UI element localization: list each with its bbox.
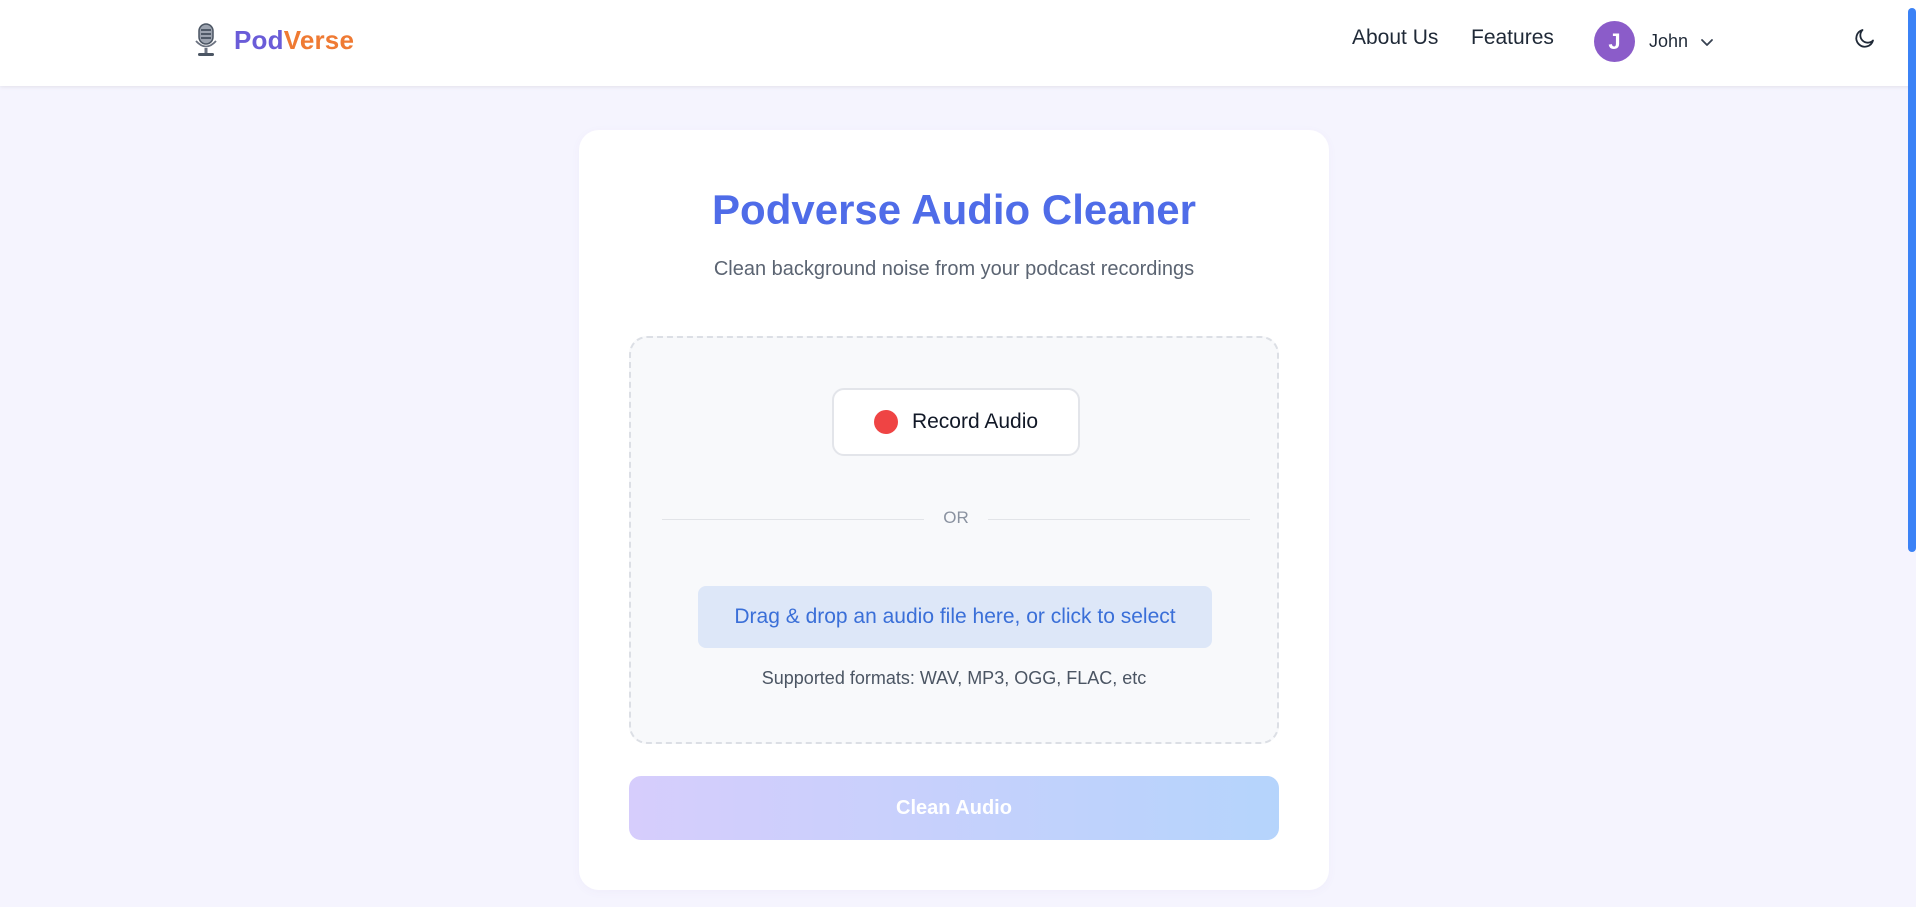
file-select-button[interactable]: Drag & drop an audio file here, or click…	[698, 586, 1212, 648]
logo-link[interactable]: PodVerse	[192, 22, 354, 58]
page-title: Podverse Audio Cleaner	[712, 186, 1196, 233]
microphone-icon	[195, 23, 217, 56]
chevron-down-icon	[1701, 38, 1713, 46]
audio-dropzone[interactable]: Record Audio OR Drag & drop an audio fil…	[629, 336, 1279, 744]
brand-name: PodVerse	[234, 25, 354, 56]
audio-cleaner-card: Podverse Audio Cleaner Clean background …	[579, 130, 1329, 890]
page-subtitle: Clean background noise from your podcast…	[713, 258, 1195, 280]
user-name: John	[1649, 31, 1689, 51]
brand-name-part2: Verse	[283, 24, 355, 55]
supported-formats-text: Supported formats: WAV, MP3, OGG, FLAC, …	[761, 668, 1147, 688]
nav-about-us[interactable]: About Us	[1352, 26, 1438, 50]
record-dot-icon	[873, 410, 898, 434]
or-divider-text: OR	[943, 508, 969, 527]
record-audio-button[interactable]: Record Audio	[832, 388, 1080, 456]
avatar: J	[1594, 21, 1635, 62]
divider-line-right	[988, 519, 1250, 520]
nav-features[interactable]: Features	[1471, 26, 1554, 50]
user-menu[interactable]: J John	[1594, 21, 1714, 62]
top-navbar: PodVerse About Us Features J John	[0, 0, 1916, 86]
record-audio-label: Record Audio	[911, 410, 1039, 433]
moon-icon[interactable]	[1853, 26, 1877, 50]
clean-audio-button[interactable]: Clean Audio	[629, 776, 1279, 840]
divider-line-left	[662, 519, 924, 520]
brand-name-part1: Pod	[234, 24, 284, 55]
page-scrollbar[interactable]	[1908, 8, 1916, 552]
